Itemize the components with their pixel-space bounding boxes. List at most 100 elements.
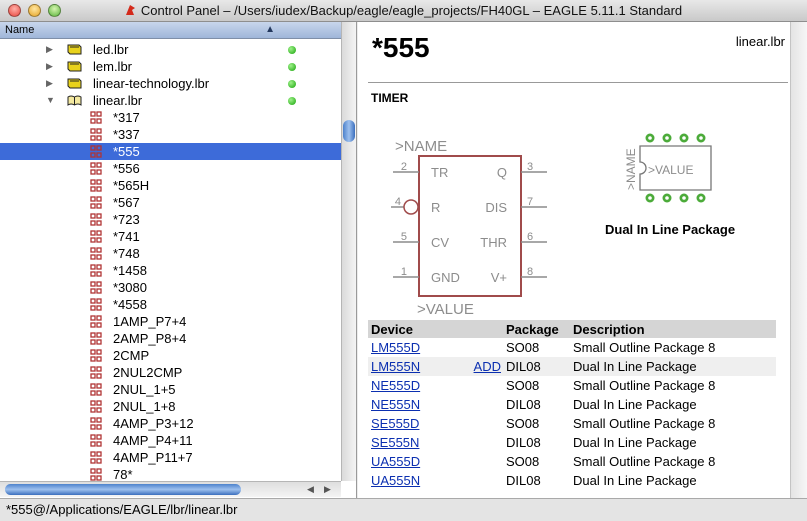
pin-number: 2	[401, 161, 407, 173]
package-column-header: Package	[503, 320, 570, 338]
library-book-icon	[67, 61, 82, 72]
tree-device-row[interactable]: 2NUL_1+5	[0, 381, 341, 398]
sort-ascending-icon: ▲	[265, 24, 275, 35]
scroll-right-arrow-icon[interactable]: ▶	[324, 484, 331, 495]
package-cell: DIL08	[506, 397, 541, 412]
pin-number: 1	[401, 266, 407, 278]
tree-device-row[interactable]: *556	[0, 160, 341, 177]
device-label: *555	[113, 144, 140, 159]
package-caption: Dual In Line Package	[605, 222, 736, 237]
tree-library-row[interactable]: ▼ linear.lbr	[0, 92, 341, 109]
open-library-book-icon	[67, 95, 82, 106]
device-cell: UA555D	[368, 452, 503, 471]
device-link[interactable]: UA555D	[371, 454, 420, 469]
library-status-dot-icon	[288, 80, 296, 88]
device-column-header: Device	[368, 320, 503, 338]
device-label: *3080	[113, 280, 147, 295]
tree-device-row[interactable]: *567	[0, 194, 341, 211]
device-label: 2NUL_1+8	[113, 399, 176, 414]
device-label: 78*	[113, 467, 133, 481]
device-link[interactable]: LM555N	[371, 359, 420, 374]
name-column-header[interactable]: Name ▲	[0, 22, 341, 39]
device-icon	[90, 179, 102, 192]
tree-device-row[interactable]: 2NUL_1+8	[0, 398, 341, 415]
tree-device-row[interactable]: *4558	[0, 296, 341, 313]
tree-device-row[interactable]: *1458	[0, 262, 341, 279]
package-cell: DIL08	[506, 435, 541, 450]
add-device-link[interactable]: ADD	[474, 359, 501, 374]
tree-device-row[interactable]: 2CMP	[0, 347, 341, 364]
library-status-dot-icon	[288, 63, 296, 71]
tree-device-row[interactable]: *317	[0, 109, 341, 126]
tree-device-row[interactable]: *748	[0, 245, 341, 262]
device-icon	[90, 145, 102, 158]
detail-vertical-scrollbar[interactable]	[790, 22, 807, 498]
device-label: *723	[113, 212, 140, 227]
description-cell: Small Outline Package 8	[573, 340, 716, 355]
device-icon	[90, 162, 102, 175]
scroll-left-arrow-icon[interactable]: ◀	[307, 484, 314, 495]
tree-device-row[interactable]: *3080	[0, 279, 341, 296]
library-tree: ▶ led.lbr ▶ lem.lbr ▶ linear-technology.lbr ▼ l…	[0, 41, 341, 481]
pin-name: V+	[491, 270, 507, 285]
device-icon	[90, 434, 102, 447]
device-link[interactable]: SE555D	[371, 416, 419, 431]
device-icon	[90, 128, 102, 141]
device-link[interactable]: UA555N	[371, 473, 420, 488]
package-cell: SO08	[506, 378, 540, 393]
description-cell: Small Outline Package 8	[573, 454, 716, 469]
tree-library-row[interactable]: ▶ lem.lbr	[0, 58, 341, 75]
tree-vertical-scroll-thumb[interactable]	[343, 120, 355, 142]
tree-device-row[interactable]: *555	[0, 143, 341, 160]
tree-device-row[interactable]: *337	[0, 126, 341, 143]
disclosure-collapsed-icon[interactable]: ▶	[46, 58, 53, 75]
table-row: LM555N ADD DIL08 Dual In Line Package	[368, 357, 776, 376]
device-description: TIMER	[371, 91, 409, 105]
tree-device-row[interactable]: 4AMP_P4+11	[0, 432, 341, 449]
device-link[interactable]: NE555D	[371, 378, 420, 393]
pin-name: GND	[431, 270, 460, 285]
device-icon	[90, 315, 102, 328]
tree-device-row[interactable]: *723	[0, 211, 341, 228]
pin-number: 6	[527, 231, 533, 243]
tree-device-row[interactable]: *741	[0, 228, 341, 245]
tree-device-row[interactable]: 4AMP_P3+12	[0, 415, 341, 432]
tree-horizontal-scroll-thumb[interactable]	[5, 484, 241, 495]
device-icon	[90, 213, 102, 226]
tree-device-row[interactable]: 1AMP_P7+4	[0, 313, 341, 330]
library-label: lem.lbr	[93, 59, 133, 74]
device-label: 4AMP_P11+7	[113, 450, 193, 465]
device-icon	[90, 264, 102, 277]
table-row: NE555D SO08 Small Outline Package 8	[368, 376, 776, 395]
pin-number: 5	[401, 231, 407, 243]
device-cell: SE555D	[368, 414, 503, 433]
package-cell: SO08	[506, 454, 540, 469]
device-icon	[90, 451, 102, 464]
package-cell: SO08	[506, 340, 540, 355]
device-label: *556	[113, 161, 140, 176]
description-cell: Dual In Line Package	[570, 357, 776, 376]
disclosure-expanded-icon[interactable]: ▼	[46, 92, 55, 109]
device-link[interactable]: SE555N	[371, 435, 419, 450]
tree-device-row[interactable]: *565H	[0, 177, 341, 194]
device-link[interactable]: LM555D	[371, 340, 420, 355]
disclosure-collapsed-icon[interactable]: ▶	[46, 75, 53, 92]
device-label: 4AMP_P4+11	[113, 433, 193, 448]
device-icon	[90, 383, 102, 396]
device-icon	[90, 417, 102, 430]
tree-vertical-scrollbar[interactable]	[341, 22, 356, 481]
device-label: 2AMP_P8+4	[113, 331, 187, 346]
tree-horizontal-scrollbar[interactable]: ◀ ▶	[0, 481, 341, 497]
device-link[interactable]: NE555N	[371, 397, 420, 412]
library-book-icon	[67, 44, 82, 55]
tree-device-row[interactable]: 2AMP_P8+4	[0, 330, 341, 347]
tree-device-row[interactable]: 4AMP_P11+7	[0, 449, 341, 466]
tree-device-row[interactable]: 78*	[0, 466, 341, 481]
disclosure-collapsed-icon[interactable]: ▶	[46, 41, 53, 58]
eagle-app-icon	[125, 5, 135, 15]
device-icon	[90, 468, 102, 481]
tree-device-row[interactable]: 2NUL2CMP	[0, 364, 341, 381]
device-detail-pane: *555 linear.lbr TIMER >NAME 2 4 5 1 3 7 …	[358, 22, 807, 498]
tree-library-row[interactable]: ▶ led.lbr	[0, 41, 341, 58]
tree-library-row[interactable]: ▶ linear-technology.lbr	[0, 75, 341, 92]
